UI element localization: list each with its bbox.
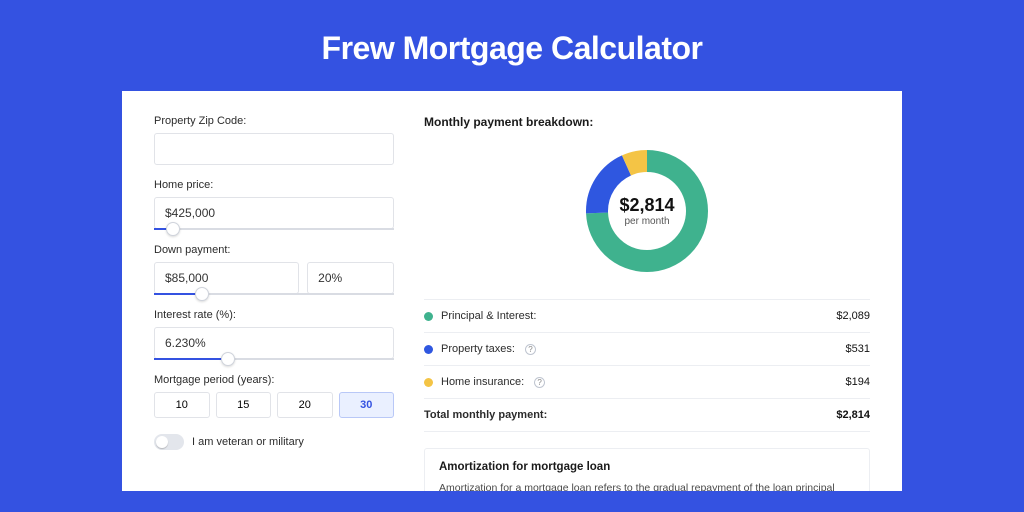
legend: Principal & Interest: $2,089 Property taxe… [424, 299, 870, 432]
legend-swatch [424, 312, 433, 321]
legend-total-label: Total monthly payment: [424, 409, 547, 421]
legend-row: Property taxes:? $531 [424, 333, 870, 366]
down-percent-input[interactable] [307, 262, 394, 294]
price-slider[interactable] [154, 228, 394, 230]
period-option-30[interactable]: 30 [339, 392, 395, 418]
period-field: Mortgage period (years): 10152030 [154, 374, 394, 418]
info-icon[interactable]: ? [534, 377, 545, 388]
legend-value: $2,089 [836, 310, 870, 322]
legend-value: $194 [846, 376, 870, 388]
veteran-label: I am veteran or military [192, 436, 304, 448]
info-icon[interactable]: ? [525, 344, 536, 355]
period-option-20[interactable]: 20 [277, 392, 333, 418]
period-label: Mortgage period (years): [154, 374, 394, 386]
donut-sub: per month [624, 216, 669, 227]
legend-row: Home insurance:? $194 [424, 366, 870, 399]
zip-label: Property Zip Code: [154, 115, 394, 127]
down-slider[interactable] [154, 293, 394, 295]
legend-label: Property taxes: [441, 343, 515, 355]
form-panel: Property Zip Code: Home price: Down paym… [154, 115, 394, 491]
zip-field: Property Zip Code: [154, 115, 394, 165]
price-field: Home price: [154, 179, 394, 230]
zip-input[interactable] [154, 133, 394, 165]
down-slider-thumb[interactable] [195, 287, 209, 301]
calculator-card: Property Zip Code: Home price: Down paym… [122, 91, 902, 491]
breakdown-title: Monthly payment breakdown: [424, 115, 870, 129]
price-label: Home price: [154, 179, 394, 191]
down-label: Down payment: [154, 244, 394, 256]
breakdown-panel: Monthly payment breakdown: $2,814 per mo… [424, 115, 870, 491]
price-slider-thumb[interactable] [166, 222, 180, 236]
legend-value: $531 [846, 343, 870, 355]
rate-input[interactable] [154, 327, 394, 359]
legend-total-value: $2,814 [836, 409, 870, 421]
donut-center: $2,814 per month [582, 146, 712, 276]
legend-total-row: Total monthly payment: $2,814 [424, 399, 870, 432]
donut-amount: $2,814 [619, 195, 674, 216]
period-option-15[interactable]: 15 [216, 392, 272, 418]
price-input[interactable] [154, 197, 394, 229]
legend-row: Principal & Interest: $2,089 [424, 300, 870, 333]
veteran-toggle[interactable] [154, 434, 184, 450]
down-field: Down payment: [154, 244, 394, 295]
amortization-box: Amortization for mortgage loan Amortizat… [424, 448, 870, 491]
rate-slider[interactable] [154, 358, 394, 360]
donut-wrap: $2,814 per month [424, 141, 870, 281]
legend-label: Home insurance: [441, 376, 524, 388]
page-title: Frew Mortgage Calculator [0, 0, 1024, 91]
legend-swatch [424, 378, 433, 387]
amortization-text: Amortization for a mortgage loan refers … [439, 481, 855, 491]
period-row: 10152030 [154, 392, 394, 418]
rate-label: Interest rate (%): [154, 309, 394, 321]
legend-swatch [424, 345, 433, 354]
period-option-10[interactable]: 10 [154, 392, 210, 418]
rate-slider-fill [154, 358, 228, 360]
rate-slider-thumb[interactable] [221, 352, 235, 366]
amortization-title: Amortization for mortgage loan [439, 461, 855, 473]
donut-chart: $2,814 per month [582, 146, 712, 276]
veteran-row: I am veteran or military [154, 434, 394, 450]
down-amount-input[interactable] [154, 262, 299, 294]
legend-label: Principal & Interest: [441, 310, 536, 322]
rate-field: Interest rate (%): [154, 309, 394, 360]
